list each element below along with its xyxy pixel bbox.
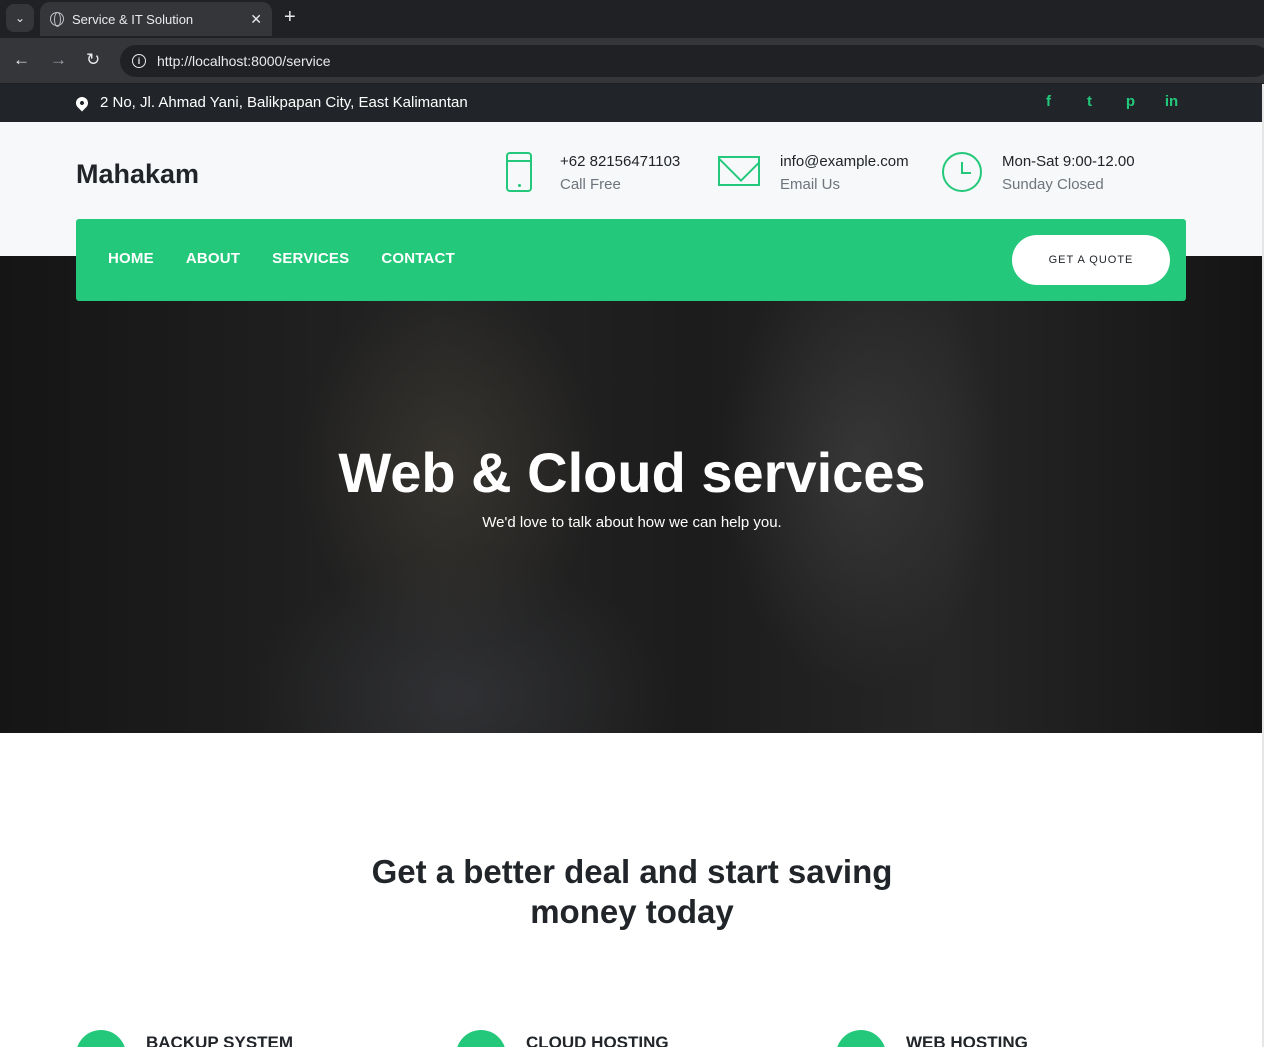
phone-number: +62 82156471103 bbox=[560, 153, 681, 170]
close-tab-icon[interactable]: ✕ bbox=[250, 11, 262, 28]
feature-backup-system: BACKUP SYSTEM bbox=[76, 1030, 293, 1047]
feature-title: WEB HOSTING bbox=[906, 1033, 1028, 1047]
phone-contact: +62 82156471103 Call Free bbox=[506, 150, 680, 196]
section-title-line1: Get a better deal and start saving bbox=[371, 853, 893, 890]
phone-caption: Call Free bbox=[560, 176, 621, 193]
clock-icon bbox=[942, 152, 982, 192]
twitter-icon[interactable]: t bbox=[1081, 93, 1098, 110]
facebook-icon[interactable]: f bbox=[1040, 93, 1057, 110]
url-text[interactable]: http://localhost:8000/service bbox=[157, 53, 331, 69]
section-title: Get a better deal and start saving money… bbox=[0, 852, 1264, 932]
closed-days: Sunday Closed bbox=[1002, 176, 1104, 193]
top-info-bar: 2 No, Jl. Ahmad Yani, Balikpapan City, E… bbox=[0, 84, 1264, 122]
address-bar[interactable]: i http://localhost:8000/service bbox=[120, 45, 1264, 77]
map-pin-icon bbox=[73, 94, 91, 111]
reload-button[interactable]: ↻ bbox=[86, 50, 100, 70]
address: 2 No, Jl. Ahmad Yani, Balikpapan City, E… bbox=[73, 94, 468, 111]
hours-contact: Mon-Sat 9:00-12.00 Sunday Closed bbox=[942, 150, 1135, 196]
nav-home[interactable]: HOME bbox=[108, 250, 154, 267]
hero-banner: Web & Cloud services We'd love to talk a… bbox=[0, 256, 1264, 733]
globe-icon bbox=[50, 12, 64, 27]
feature-title: CLOUD HOSTING bbox=[526, 1033, 669, 1047]
tab-search-button[interactable]: ⌄ bbox=[6, 4, 34, 32]
hero-subtitle: We'd love to talk about how we can help … bbox=[482, 514, 782, 531]
feature-cloud-hosting: CLOUD HOSTING bbox=[456, 1030, 669, 1047]
feature-web-hosting: WEB HOSTING bbox=[836, 1030, 1028, 1047]
email-address: info@example.com bbox=[780, 153, 909, 170]
site-info-icon[interactable]: i bbox=[132, 54, 146, 68]
feature-title: BACKUP SYSTEM bbox=[146, 1033, 294, 1047]
get-a-quote-button[interactable]: GET A QUOTE bbox=[1012, 235, 1170, 285]
envelope-icon bbox=[718, 156, 760, 186]
nav-services[interactable]: SERVICES bbox=[272, 250, 349, 267]
hero-title: Web & Cloud services bbox=[338, 441, 926, 504]
globe-icon bbox=[836, 1030, 886, 1047]
nav-about[interactable]: ABOUT bbox=[186, 250, 240, 267]
address-text: 2 No, Jl. Ahmad Yani, Balikpapan City, E… bbox=[100, 94, 468, 111]
nav-contact[interactable]: CONTACT bbox=[381, 250, 455, 267]
social-links: f t p in bbox=[1040, 93, 1180, 110]
new-tab-button[interactable]: + bbox=[284, 6, 296, 29]
email-caption: Email Us bbox=[780, 176, 841, 193]
phone-icon bbox=[506, 152, 532, 192]
cloud-icon bbox=[456, 1030, 506, 1047]
email-contact: info@example.com Email Us bbox=[718, 150, 909, 196]
back-button[interactable]: ← bbox=[13, 50, 30, 70]
tab-title: Service & IT Solution bbox=[72, 11, 194, 27]
browser-tab-bar: ⌄ Service & IT Solution ✕ + bbox=[0, 0, 1264, 38]
section-title-line2: money today bbox=[530, 893, 734, 930]
linkedin-icon[interactable]: in bbox=[1163, 93, 1180, 110]
browser-toolbar: ← → ↻ i http://localhost:8000/service bbox=[0, 38, 1264, 84]
main-navbar: HOME ABOUT SERVICES CONTACT GET A QUOTE bbox=[76, 219, 1186, 301]
backup-icon bbox=[76, 1030, 126, 1047]
opening-hours: Mon-Sat 9:00-12.00 bbox=[1002, 153, 1135, 170]
forward-button[interactable]: → bbox=[50, 50, 67, 70]
site-logo[interactable]: Mahakam bbox=[76, 159, 199, 190]
pinterest-icon[interactable]: p bbox=[1122, 93, 1139, 110]
browser-tab[interactable]: Service & IT Solution ✕ bbox=[40, 2, 272, 36]
